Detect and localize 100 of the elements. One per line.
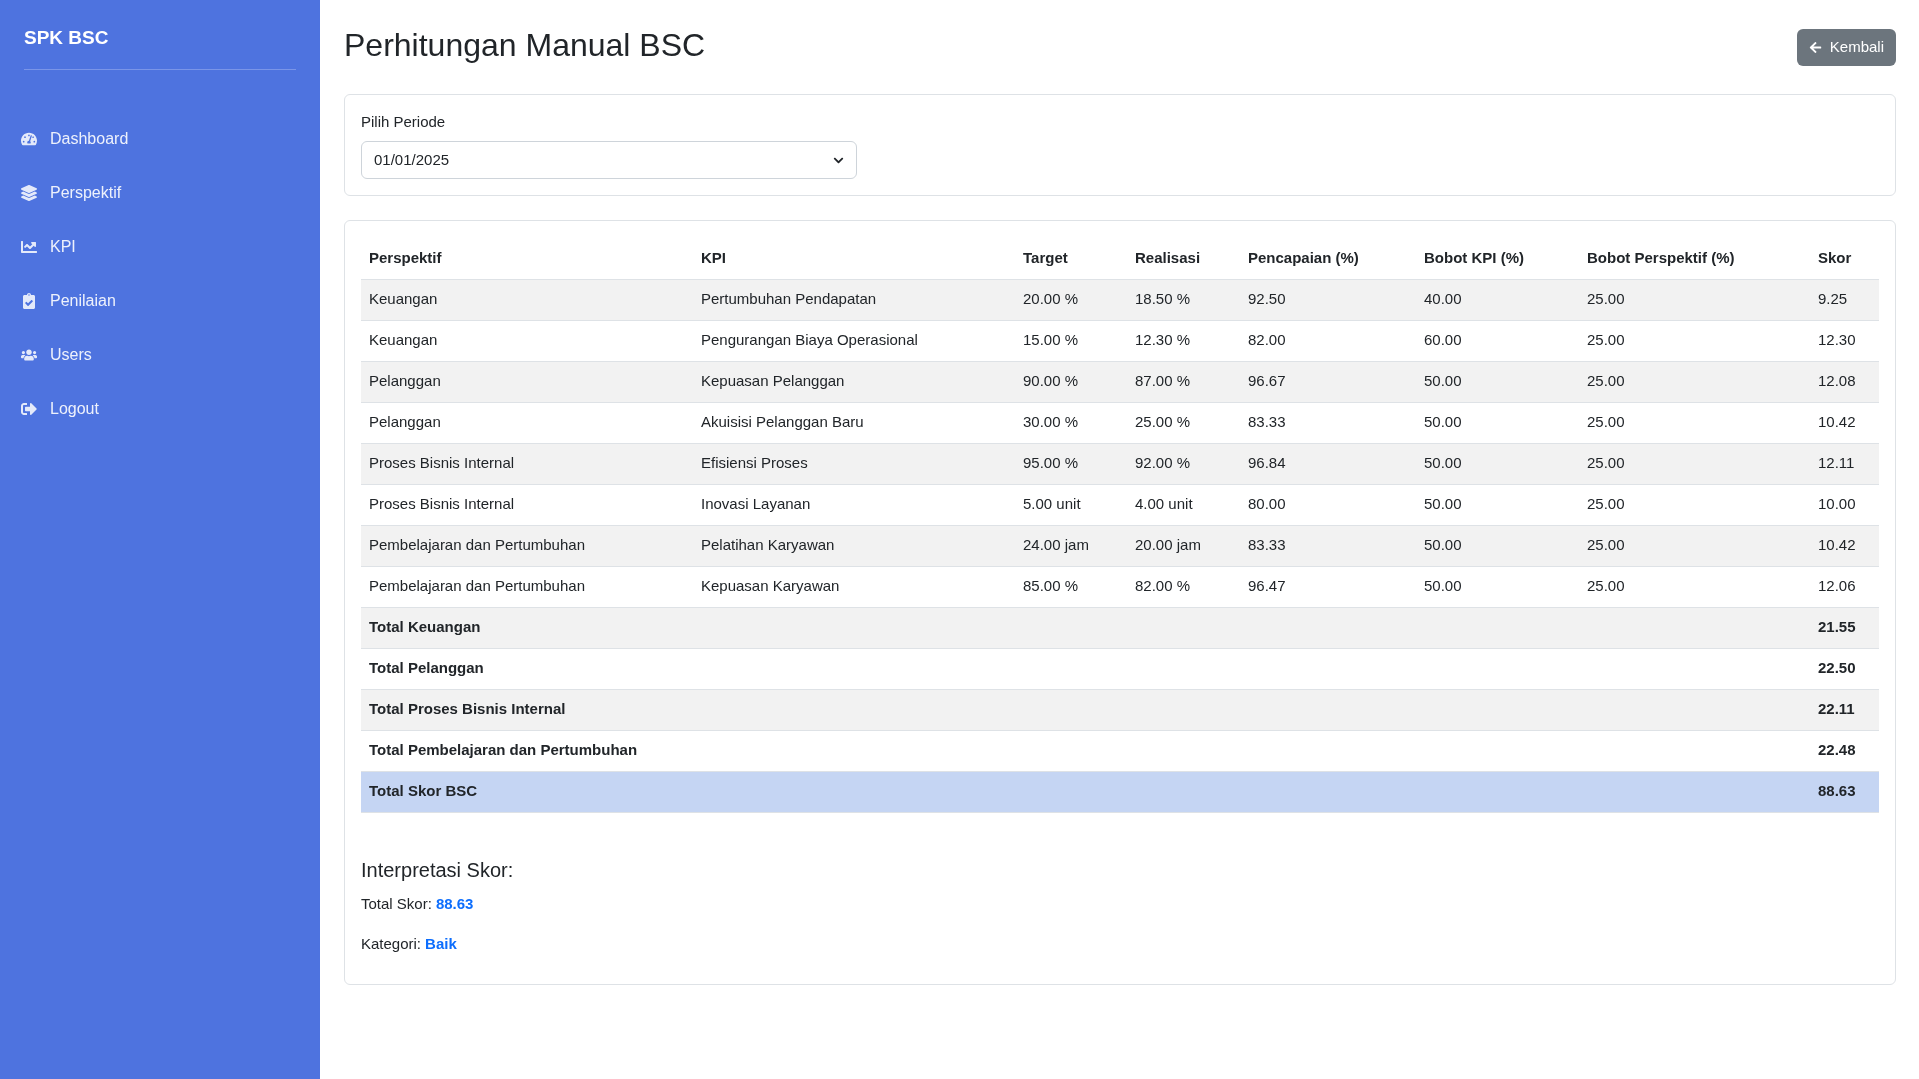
interpretation-label: Kategori: xyxy=(361,934,422,954)
table-cell: Proses Bisnis Internal xyxy=(361,484,693,525)
interpretation-value: 88.63 xyxy=(435,893,474,914)
interpretation-value: Baik xyxy=(425,934,457,954)
table-cell: 25.00 xyxy=(1579,279,1810,320)
interpretation-title: Interpretasi Skor: xyxy=(361,857,515,883)
total-value: 22.11 xyxy=(1810,689,1879,730)
table-cell: 4.00 unit xyxy=(1127,484,1240,525)
table-cell: 15.00 % xyxy=(1015,320,1127,361)
table-cell: Inovasi Layanan xyxy=(693,484,1015,525)
table-cell: 50.00 xyxy=(1416,484,1579,525)
table-cell: 50.00 xyxy=(1416,402,1579,443)
table-cell: 80.00 xyxy=(1240,484,1416,525)
column-header: Bobot Perspektif (%) xyxy=(1579,237,1810,279)
table-cell: Pelatihan Karyawan xyxy=(693,525,1015,566)
sidebar-item[interactable]: Penilaian xyxy=(0,273,320,328)
table-cell: 96.47 xyxy=(1240,566,1416,607)
clipboard-check-icon xyxy=(20,292,38,309)
table-cell: Pelanggan xyxy=(361,361,693,402)
back-button[interactable]: Kembali xyxy=(1796,29,1896,66)
table-cell: Proses Bisnis Internal xyxy=(361,443,693,484)
table-cell: 12.08 xyxy=(1810,361,1879,402)
table-cell: 87.00 % xyxy=(1127,361,1240,402)
column-header: Target xyxy=(1015,237,1127,279)
table-cell: 25.00 xyxy=(1579,443,1810,484)
table-cell: Efisiensi Proses xyxy=(693,443,1015,484)
table-cell: 92.50 xyxy=(1240,279,1416,320)
table-cell: Pembelajaran dan Pertumbuhan xyxy=(361,566,693,607)
total-label: Total Pelanggan xyxy=(361,648,1810,689)
table-cell: 83.33 xyxy=(1240,402,1416,443)
table-cell: 5.00 unit xyxy=(1015,484,1127,525)
table-cell: 96.67 xyxy=(1240,361,1416,402)
table-cell: 85.00 % xyxy=(1015,566,1127,607)
table-cell: 25.00 xyxy=(1579,361,1810,402)
sidebar-item[interactable]: Dashboard xyxy=(0,111,320,166)
table-cell: 25.00 xyxy=(1579,320,1810,361)
table-cell: 25.00 xyxy=(1579,566,1810,607)
table-cell: 25.00 xyxy=(1579,484,1810,525)
table-cell: 9.25 xyxy=(1810,279,1879,320)
table-cell: 96.84 xyxy=(1240,443,1416,484)
total-value: 21.55 xyxy=(1810,607,1879,648)
table-cell: 92.00 % xyxy=(1127,443,1240,484)
total-label: Total Proses Bisnis Internal xyxy=(361,689,1810,730)
table-cell: 50.00 xyxy=(1416,443,1579,484)
column-header: Perspektif xyxy=(361,237,693,279)
gauge-icon xyxy=(20,130,38,147)
column-header: Bobot KPI (%) xyxy=(1416,237,1579,279)
table-cell: 18.50 % xyxy=(1127,279,1240,320)
period-label: Pilih Periode xyxy=(361,111,447,132)
sidebar-item[interactable]: KPI xyxy=(0,219,320,274)
line-chart-icon xyxy=(20,238,38,255)
table-cell: Kepuasan Karyawan xyxy=(693,566,1015,607)
table-cell: 60.00 xyxy=(1416,320,1579,361)
total-value: 88.63 xyxy=(1810,771,1879,812)
total-label: Total Keuangan xyxy=(361,607,1810,648)
table-cell: 10.42 xyxy=(1810,402,1879,443)
total-value: 22.48 xyxy=(1810,730,1879,771)
table-cell: 20.00 jam xyxy=(1127,525,1240,566)
table-cell: 95.00 % xyxy=(1015,443,1127,484)
column-header: KPI xyxy=(693,237,1015,279)
table-cell: 90.00 % xyxy=(1015,361,1127,402)
arrow-left-icon xyxy=(1808,40,1822,54)
interpretation-label: Total Skor: xyxy=(361,893,432,914)
table-cell: 12.30 % xyxy=(1127,320,1240,361)
table-cell: 24.00 jam xyxy=(1015,525,1127,566)
table-cell: Pelanggan xyxy=(361,402,693,443)
table-cell: 20.00 % xyxy=(1015,279,1127,320)
brand-title: SPK BSC xyxy=(24,27,109,48)
table-cell: 12.30 xyxy=(1810,320,1879,361)
table-cell: 50.00 xyxy=(1416,566,1579,607)
column-header: Realisasi xyxy=(1127,237,1240,279)
total-label: Total Skor BSC xyxy=(361,771,1810,812)
table-cell: Kepuasan Pelanggan xyxy=(693,361,1015,402)
total-value: 22.50 xyxy=(1810,648,1879,689)
table-cell: Pertumbuhan Pendapatan xyxy=(693,279,1015,320)
sidebar-item[interactable]: Perspektif xyxy=(0,165,320,220)
table-cell: Pengurangan Biaya Operasional xyxy=(693,320,1015,361)
sidebar-item[interactable]: Users xyxy=(0,327,320,382)
page-title: Perhitungan Manual BSC xyxy=(344,26,706,65)
table-cell: 25.00 % xyxy=(1127,402,1240,443)
table-cell: 82.00 % xyxy=(1127,566,1240,607)
column-header: Pencapaian (%) xyxy=(1240,237,1416,279)
table-cell: 40.00 xyxy=(1416,279,1579,320)
table-cell: Keuangan xyxy=(361,320,693,361)
table-cell: 50.00 xyxy=(1416,361,1579,402)
period-select[interactable]: 01/01/2025 xyxy=(361,141,857,179)
table-cell: 25.00 xyxy=(1579,402,1810,443)
column-header: Skor xyxy=(1810,237,1879,279)
table-cell: 12.06 xyxy=(1810,566,1879,607)
total-label: Total Pembelajaran dan Pertumbuhan xyxy=(361,730,1810,771)
table-cell: 50.00 xyxy=(1416,525,1579,566)
layers-icon xyxy=(20,184,38,201)
table-cell: 30.00 % xyxy=(1015,402,1127,443)
table-cell: 82.00 xyxy=(1240,320,1416,361)
logout-icon xyxy=(20,400,38,417)
table-cell: Akuisisi Pelanggan Baru xyxy=(693,402,1015,443)
sidebar-item[interactable]: Logout xyxy=(0,381,320,436)
table-cell: Pembelajaran dan Pertumbuhan xyxy=(361,525,693,566)
table-cell: 83.33 xyxy=(1240,525,1416,566)
table-cell: Keuangan xyxy=(361,279,693,320)
